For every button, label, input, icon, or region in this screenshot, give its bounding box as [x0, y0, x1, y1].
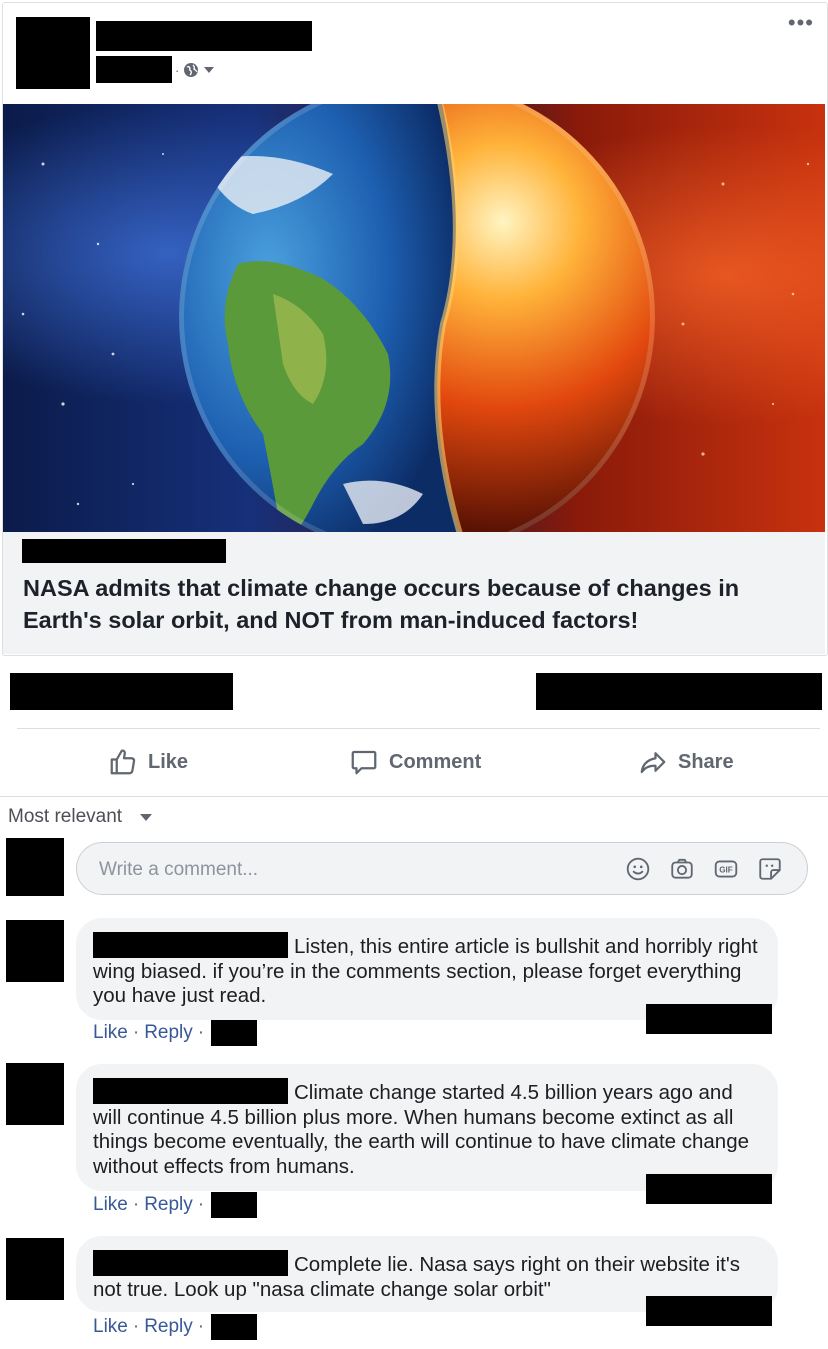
commenter-avatar-redacted[interactable] — [6, 1063, 64, 1125]
burning-earth-image — [3, 104, 825, 532]
sort-label: Most relevant — [8, 806, 123, 827]
audience-caret-icon[interactable] — [204, 67, 215, 73]
gif-icon[interactable]: GIF — [713, 856, 739, 882]
link-domain-redacted — [22, 539, 226, 563]
comment-reactions-redacted[interactable] — [646, 1296, 772, 1326]
comment-like-link[interactable]: Like — [93, 1022, 128, 1044]
comment-reply-link[interactable]: Reply — [144, 1316, 193, 1338]
comment-reply-link[interactable]: Reply — [144, 1022, 193, 1044]
comment-reactions-redacted[interactable] — [646, 1004, 772, 1034]
svg-text:GIF: GIF — [719, 866, 733, 875]
meta-separator: · — [175, 62, 180, 78]
separator: · — [197, 1316, 205, 1337]
comment-reactions-redacted[interactable] — [646, 1174, 772, 1204]
share-button[interactable]: Share — [638, 742, 734, 782]
reactions-summary-redacted[interactable] — [10, 673, 233, 710]
comments-shares-count-redacted[interactable] — [536, 673, 822, 710]
author-name-redacted[interactable] — [96, 21, 312, 51]
separator: · — [197, 1022, 205, 1043]
link-preview[interactable]: NASA admits that climate change occurs b… — [3, 532, 825, 654]
link-title[interactable]: NASA admits that climate change occurs b… — [23, 572, 813, 636]
chevron-down-icon — [140, 813, 153, 821]
comment-bubble-icon — [351, 750, 377, 775]
commenter-avatar-redacted[interactable] — [6, 1238, 64, 1300]
comment-like-link[interactable]: Like — [93, 1316, 128, 1338]
emoji-icon[interactable] — [625, 856, 651, 882]
comment-label: Comment — [389, 750, 482, 773]
post-image[interactable] — [3, 104, 825, 532]
divider-top — [17, 728, 820, 729]
post-meta: · — [175, 59, 215, 81]
comment-time-redacted[interactable] — [211, 1020, 258, 1046]
comment-bubble: Climate change started 4.5 billion years… — [76, 1064, 778, 1191]
comment-button[interactable]: Comment — [349, 742, 481, 782]
globe-icon[interactable] — [183, 62, 199, 78]
comment-input-icons: GIF — [625, 856, 783, 882]
comment-actions: Like · Reply · — [93, 1192, 258, 1218]
more-options-icon[interactable]: ••• — [788, 12, 814, 34]
comment-time-redacted[interactable] — [211, 1314, 258, 1340]
comment-input-box[interactable]: GIF — [76, 842, 808, 895]
author-avatar-redacted[interactable] — [16, 17, 90, 89]
comment-like-link[interactable]: Like — [93, 1194, 128, 1216]
camera-icon[interactable] — [669, 856, 695, 882]
like-button[interactable]: Like — [108, 742, 188, 782]
like-label: Like — [148, 750, 189, 773]
share-label: Share — [678, 750, 734, 773]
post-date-redacted[interactable] — [96, 56, 172, 83]
comment-input[interactable] — [97, 855, 601, 885]
comment-actions: Like · Reply · — [93, 1020, 258, 1046]
share-arrow-icon — [640, 752, 666, 774]
commenter-name-redacted[interactable] — [93, 1250, 288, 1276]
comment-reply-link[interactable]: Reply — [144, 1194, 193, 1216]
sticker-icon[interactable] — [757, 856, 783, 882]
separator: · — [132, 1194, 140, 1215]
comment-actions: Like · Reply · — [93, 1314, 258, 1340]
commenter-avatar-redacted[interactable] — [6, 920, 64, 982]
thumbs-up-icon — [110, 749, 136, 775]
commenter-name-redacted[interactable] — [93, 932, 288, 958]
separator: · — [132, 1022, 140, 1043]
separator: · — [197, 1194, 205, 1215]
commenter-name-redacted[interactable] — [93, 1078, 288, 1104]
separator: · — [132, 1316, 140, 1337]
comment-sort-dropdown[interactable]: Most relevant — [8, 806, 153, 828]
current-user-avatar-redacted — [6, 838, 64, 896]
divider-bottom — [0, 796, 828, 797]
comment-time-redacted[interactable] — [211, 1192, 258, 1218]
